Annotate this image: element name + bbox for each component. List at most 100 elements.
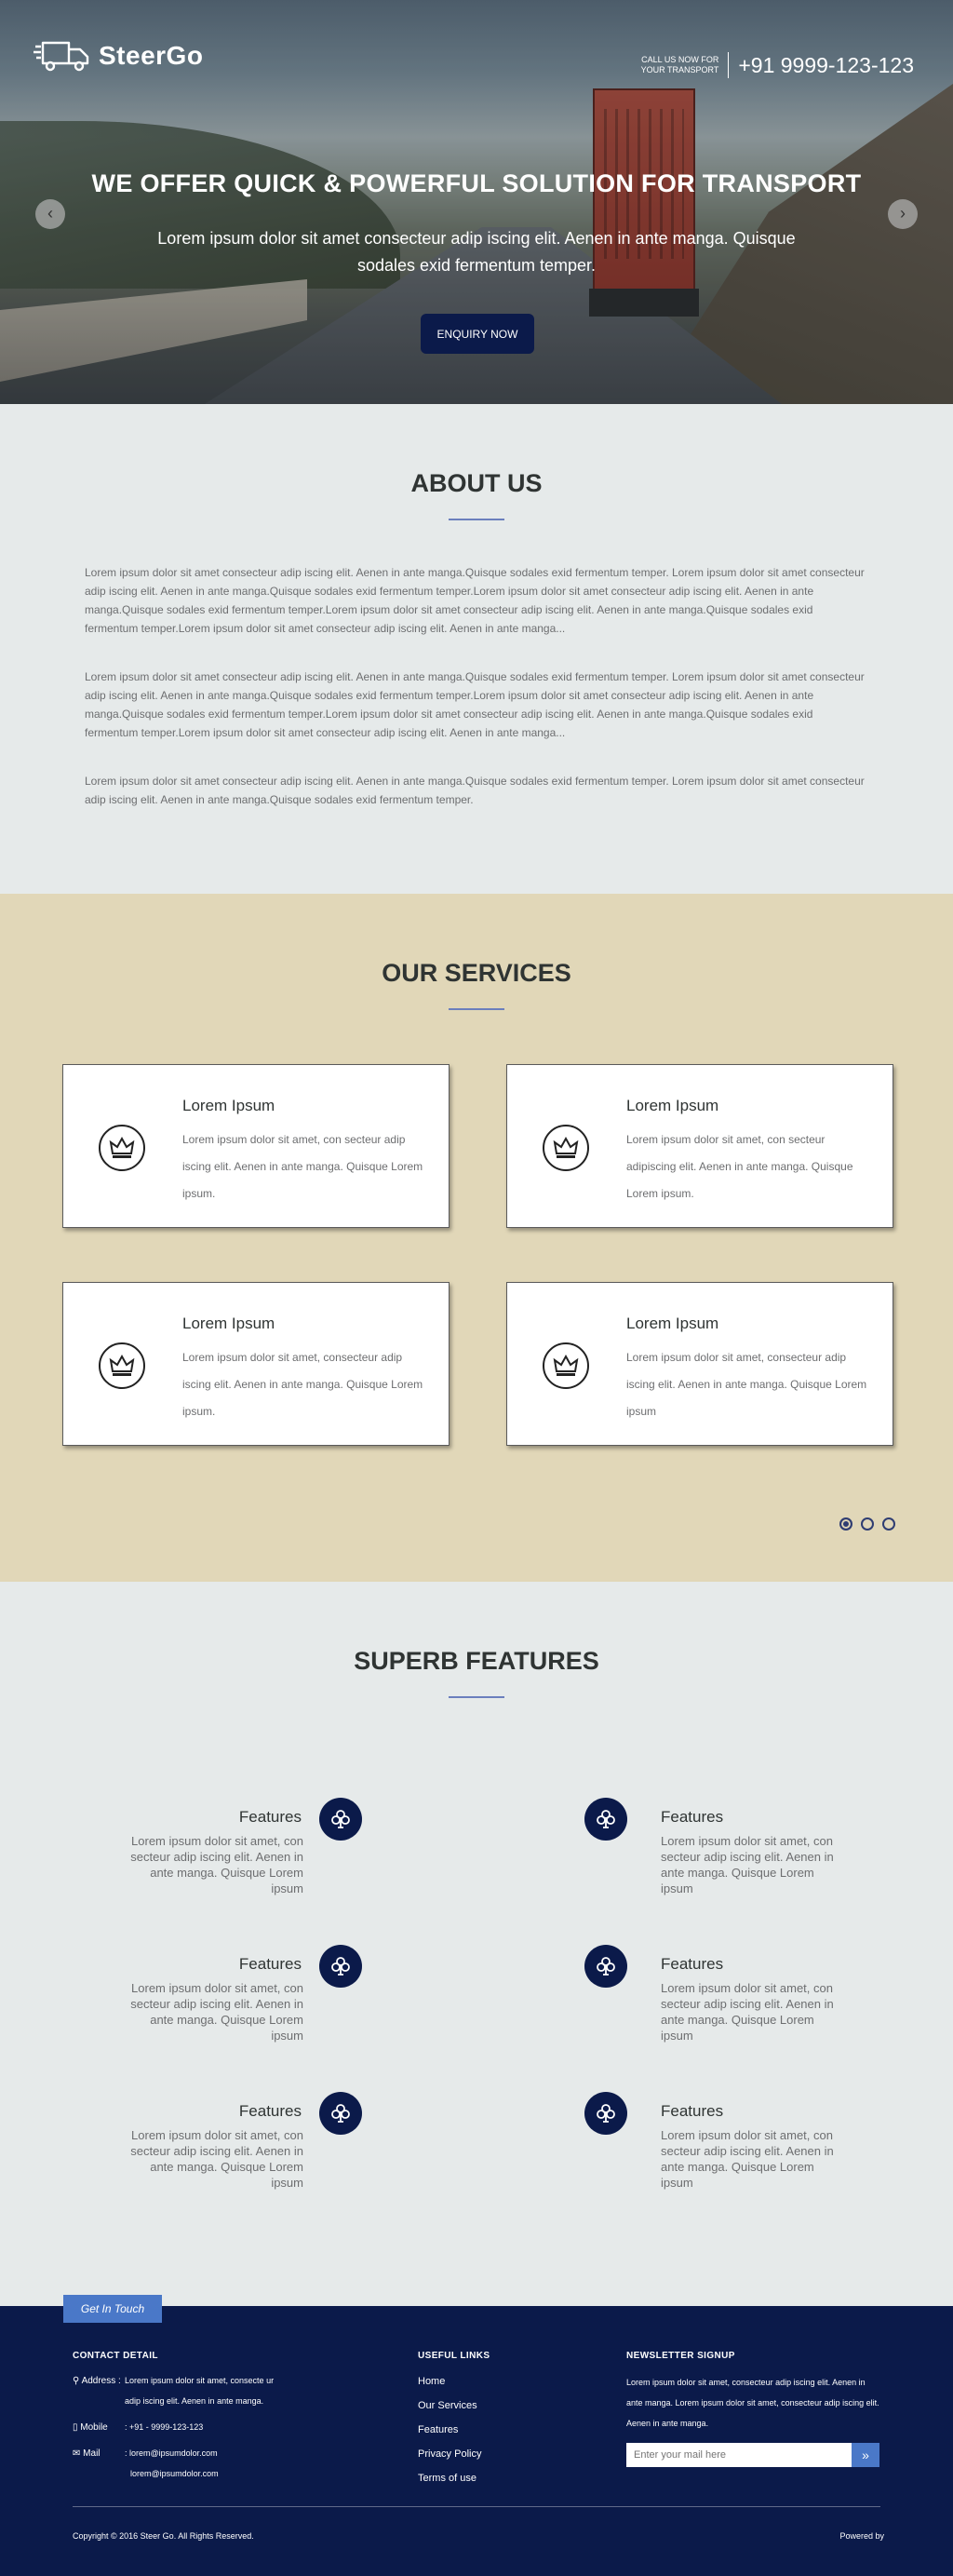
features-title: SUPERB FEATURES bbox=[354, 1647, 599, 1675]
club-icon bbox=[319, 2092, 362, 2135]
feature-text: Lorem ipsum dolor sit amet, con secteur … bbox=[661, 1834, 834, 1895]
newsletter-email-input[interactable] bbox=[626, 2443, 852, 2467]
mail-label-text: Mail bbox=[83, 2448, 101, 2459]
services-pager bbox=[839, 1517, 895, 1531]
powered-by-text: Powered by bbox=[839, 2531, 884, 2541]
feature-text: Lorem ipsum dolor sit amet, con secteur … bbox=[661, 1981, 834, 2043]
contact-column: CONTACT DETAIL ⚲ Address : Lorem ipsum d… bbox=[73, 2351, 352, 2484]
newsletter-title: NEWSLETTER SIGNUP bbox=[626, 2351, 735, 2361]
services-title: OUR SERVICES bbox=[382, 959, 571, 987]
phone-number[interactable]: +91 9999-123-123 bbox=[738, 53, 914, 78]
useful-links-list: Home Our Services Features Privacy Polic… bbox=[418, 2376, 490, 2484]
about-paragraph: Lorem ipsum dolor sit amet consecteur ad… bbox=[85, 566, 865, 635]
pager-dot-2[interactable] bbox=[861, 1517, 874, 1531]
service-card-title: Lorem Ipsum bbox=[626, 1315, 719, 1332]
hero-title: WE OFFER QUICK & POWERFUL SOLUTION FOR T… bbox=[91, 169, 862, 197]
truck-logo-icon bbox=[34, 41, 89, 72]
feature-text: Lorem ipsum dolor sit amet, con secteur … bbox=[130, 1981, 303, 2043]
call-label: CALL US NOW FOR YOUR TRANSPORT bbox=[640, 55, 719, 74]
club-icon bbox=[319, 1798, 362, 1841]
about-section: ABOUT US Lorem ipsum dolor sit amet cons… bbox=[0, 404, 953, 894]
service-card[interactable]: Lorem Ipsum Lorem ipsum dolor sit amet, … bbox=[506, 1282, 893, 1446]
service-card[interactable]: Lorem Ipsum Lorem ipsum dolor sit amet, … bbox=[62, 1064, 450, 1228]
club-icon bbox=[584, 1945, 627, 1988]
mail-values: : lorem@ipsumdolor.com lorem@ipsumdolor.… bbox=[125, 2443, 219, 2484]
slider-next-arrow-icon[interactable]: › bbox=[888, 199, 918, 229]
footer-link-terms[interactable]: Terms of use bbox=[418, 2473, 490, 2484]
footer-divider bbox=[73, 2506, 880, 2507]
address-row: ⚲ Address : Lorem ipsum dolor sit amet, … bbox=[73, 2376, 352, 2411]
about-text: Lorem ipsum dolor sit amet consecteur ad… bbox=[85, 563, 868, 809]
mail-link-1[interactable]: : lorem@ipsumdolor.com bbox=[125, 2443, 219, 2463]
feature-title: Features bbox=[238, 2102, 302, 2120]
hero-subtitle: Lorem ipsum dolor sit amet consecteur ad… bbox=[157, 229, 796, 275]
service-card-title: Lorem Ipsum bbox=[626, 1097, 719, 1114]
club-icon bbox=[584, 1798, 627, 1841]
feature-text: Lorem ipsum dolor sit amet, con secteur … bbox=[130, 2128, 303, 2190]
mobile-label: ▯ Mobile bbox=[73, 2422, 125, 2437]
club-icon bbox=[584, 2092, 627, 2135]
feature-title: Features bbox=[661, 1808, 724, 1826]
crown-icon bbox=[99, 1342, 145, 1389]
newsletter-column: NEWSLETTER SIGNUP Lorem ipsum dolor sit … bbox=[626, 2351, 879, 2467]
site-footer: Get In Touch CONTACT DETAIL ⚲ Address : … bbox=[0, 2295, 953, 2576]
get-in-touch-tab[interactable]: Get In Touch bbox=[63, 2295, 162, 2323]
crown-icon bbox=[99, 1125, 145, 1171]
newsletter-submit-button[interactable]: » bbox=[852, 2443, 879, 2467]
about-paragraph: Lorem ipsum dolor sit amet consecteur ad… bbox=[85, 775, 865, 806]
address-label: ⚲ Address : bbox=[73, 2376, 125, 2411]
enquiry-now-button[interactable]: ENQUIRY NOW bbox=[421, 314, 534, 354]
feature-title: Features bbox=[238, 1955, 302, 1973]
mail-link-2[interactable]: lorem@ipsumdolor.com bbox=[125, 2463, 219, 2484]
slider-prev-arrow-icon[interactable]: ‹ bbox=[35, 199, 65, 229]
about-title-underline bbox=[449, 519, 504, 520]
newsletter-form: » bbox=[626, 2443, 879, 2467]
service-card-title: Lorem Ipsum bbox=[182, 1097, 275, 1114]
service-card-title: Lorem Ipsum bbox=[182, 1315, 275, 1332]
club-icon bbox=[319, 1945, 362, 1988]
features-title-underline bbox=[449, 1696, 504, 1698]
mail-row: ✉ Mail : lorem@ipsumdolor.com lorem@ipsu… bbox=[73, 2448, 352, 2484]
hero-banner: SteerGo CALL US NOW FOR YOUR TRANSPORT +… bbox=[0, 0, 953, 404]
contact-title: CONTACT DETAIL bbox=[73, 2351, 158, 2361]
services-section: OUR SERVICES Lorem Ipsum Lorem ipsum dol… bbox=[0, 894, 953, 1582]
newsletter-text: Lorem ipsum dolor sit amet, consecteur a… bbox=[626, 2378, 879, 2428]
links-title: USEFUL LINKS bbox=[418, 2351, 490, 2361]
service-card-text: Lorem ipsum dolor sit amet, con secteur … bbox=[626, 1133, 853, 1200]
pager-dot-1[interactable] bbox=[839, 1517, 852, 1531]
service-card[interactable]: Lorem Ipsum Lorem ipsum dolor sit amet, … bbox=[62, 1282, 450, 1446]
crown-icon bbox=[543, 1125, 589, 1171]
footer-link-services[interactable]: Our Services bbox=[418, 2400, 490, 2411]
footer-link-privacy[interactable]: Privacy Policy bbox=[418, 2448, 490, 2460]
about-title: ABOUT US bbox=[410, 469, 543, 497]
call-divider bbox=[728, 52, 730, 78]
links-column: USEFUL LINKS Home Our Services Features … bbox=[418, 2351, 490, 2497]
mail-icon: ✉ bbox=[73, 2448, 84, 2459]
mobile-value: : +91 - 9999-123-123 bbox=[125, 2422, 204, 2432]
crown-icon bbox=[543, 1342, 589, 1389]
map-marker-icon: ⚲ bbox=[73, 2376, 82, 2386]
feature-title: Features bbox=[661, 1955, 724, 1973]
service-card-text: Lorem ipsum dolor sit amet, consecteur a… bbox=[626, 1351, 867, 1418]
address-label-text: Address : bbox=[81, 2376, 121, 2386]
mobile-label-text: Mobile bbox=[80, 2422, 108, 2433]
services-title-underline bbox=[449, 1008, 504, 1010]
feature-text: Lorem ipsum dolor sit amet, con secteur … bbox=[661, 2128, 834, 2190]
brand-logo[interactable]: SteerGo bbox=[34, 37, 203, 74]
copyright-text: Copyright © 2016 Steer Go. All Rights Re… bbox=[73, 2531, 254, 2541]
footer-link-features[interactable]: Features bbox=[418, 2424, 490, 2435]
about-paragraph: Lorem ipsum dolor sit amet consecteur ad… bbox=[85, 670, 865, 739]
mobile-row: ▯ Mobile : +91 - 9999-123-123 bbox=[73, 2422, 352, 2437]
pager-dot-3[interactable] bbox=[882, 1517, 895, 1531]
feature-text: Lorem ipsum dolor sit amet, con secteur … bbox=[130, 1834, 303, 1895]
features-section: SUPERB FEATURES Features Lorem ipsum dol… bbox=[0, 1582, 953, 2306]
address-value: Lorem ipsum dolor sit amet, consecte ur … bbox=[125, 2376, 275, 2406]
service-card-text: Lorem ipsum dolor sit amet, consecteur a… bbox=[182, 1351, 423, 1418]
feature-title: Features bbox=[238, 1808, 302, 1826]
mail-label: ✉ Mail bbox=[73, 2448, 125, 2484]
feature-title: Features bbox=[661, 2102, 724, 2120]
brand-name: SteerGo bbox=[99, 41, 204, 70]
call-box: CALL US NOW FOR YOUR TRANSPORT +91 9999-… bbox=[640, 52, 914, 78]
service-card[interactable]: Lorem Ipsum Lorem ipsum dolor sit amet, … bbox=[506, 1064, 893, 1228]
footer-link-home[interactable]: Home bbox=[418, 2376, 490, 2387]
